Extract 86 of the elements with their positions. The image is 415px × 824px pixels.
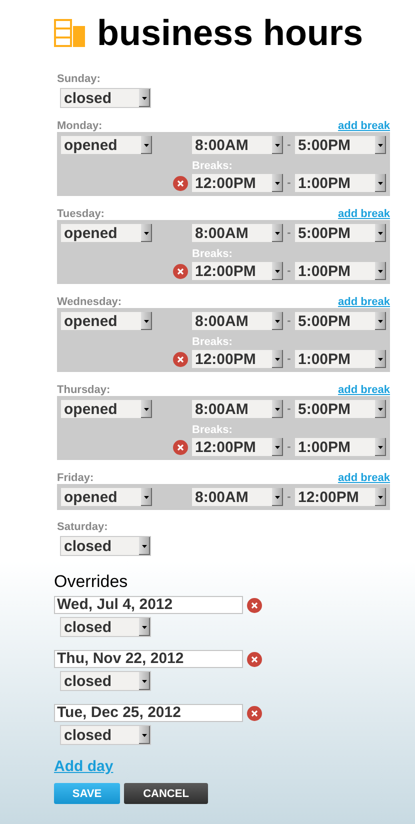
caret-icon xyxy=(139,618,150,636)
day-label: Sunday: xyxy=(57,73,102,85)
day-label: Tuesday: xyxy=(57,208,104,220)
section-heading: Overrides xyxy=(54,572,129,592)
caret-icon xyxy=(141,488,152,506)
date-field[interactable]: Wed, Jul 4, 2012 xyxy=(54,596,243,614)
dropdown[interactable]: closed xyxy=(60,671,151,691)
caret-icon xyxy=(139,672,150,690)
dropdown[interactable]: 8:00AM xyxy=(192,400,283,418)
dropdown[interactable]: 8:00AM xyxy=(192,224,283,242)
dash-separator: - xyxy=(286,403,292,415)
day-label: Saturday: xyxy=(57,521,109,533)
caret-icon xyxy=(375,488,386,506)
dropdown[interactable]: closed xyxy=(60,88,151,108)
date-field[interactable]: Tue, Dec 25, 2012 xyxy=(54,704,243,722)
dropdown[interactable]: 1:00PM xyxy=(295,350,386,368)
dropdown[interactable]: 5:00PM xyxy=(295,400,386,418)
remove-icon[interactable] xyxy=(247,598,262,612)
day-label: Wednesday: xyxy=(57,296,122,308)
page-title: business hours xyxy=(97,15,364,51)
dropdown[interactable]: 5:00PM xyxy=(295,224,386,242)
remove-icon[interactable] xyxy=(173,264,188,278)
caret-icon xyxy=(375,438,386,456)
caret-icon xyxy=(139,537,150,555)
caret-icon xyxy=(272,174,283,192)
remove-icon[interactable] xyxy=(173,176,188,190)
caret-icon xyxy=(272,262,283,280)
caret-icon xyxy=(272,350,283,368)
dash-separator: - xyxy=(286,491,292,503)
caret-icon xyxy=(139,726,150,744)
cancel-button[interactable]: CANCEL xyxy=(124,783,208,804)
dropdown[interactable]: opened xyxy=(61,488,152,506)
dash-separator: - xyxy=(286,315,292,327)
dropdown[interactable]: 12:00PM xyxy=(192,174,283,192)
dropdown[interactable]: 12:00PM xyxy=(295,488,386,506)
calendar-bars-icon xyxy=(54,19,85,47)
caret-icon xyxy=(375,136,386,154)
dropdown[interactable]: 12:00PM xyxy=(192,438,283,456)
dash-separator: - xyxy=(286,227,292,239)
caret-icon xyxy=(139,89,150,107)
day-label: Thursday: xyxy=(57,384,110,396)
dropdown[interactable]: closed xyxy=(60,536,151,556)
caret-icon xyxy=(141,224,152,242)
dash-separator: - xyxy=(286,441,292,453)
dropdown[interactable]: 12:00PM xyxy=(192,262,283,280)
caret-icon xyxy=(375,400,386,418)
dropdown[interactable]: 12:00PM xyxy=(192,350,283,368)
dash-separator: - xyxy=(286,177,292,189)
date-field[interactable]: Thu, Nov 22, 2012 xyxy=(54,650,243,668)
caret-icon xyxy=(375,174,386,192)
caret-icon xyxy=(375,350,386,368)
remove-icon[interactable] xyxy=(247,652,262,666)
dash-separator: - xyxy=(286,265,292,277)
caret-icon xyxy=(272,438,283,456)
dropdown[interactable]: opened xyxy=(61,400,152,418)
dropdown[interactable]: 1:00PM xyxy=(295,262,386,280)
dropdown[interactable]: 5:00PM xyxy=(295,312,386,330)
dropdown[interactable]: 8:00AM xyxy=(192,488,283,506)
dropdown[interactable]: 1:00PM xyxy=(295,174,386,192)
dropdown[interactable]: 8:00AM xyxy=(192,136,283,154)
caret-icon xyxy=(141,400,152,418)
day-label: Friday: xyxy=(57,472,94,484)
remove-icon[interactable] xyxy=(173,440,188,454)
dash-separator: - xyxy=(286,353,292,365)
caret-icon xyxy=(272,224,283,242)
caret-icon xyxy=(272,488,283,506)
dash-separator: - xyxy=(286,139,292,151)
caret-icon xyxy=(272,136,283,154)
caret-icon xyxy=(141,312,152,330)
dropdown[interactable]: opened xyxy=(61,224,152,242)
caret-icon xyxy=(272,312,283,330)
remove-icon[interactable] xyxy=(247,706,262,720)
day-label: Monday: xyxy=(57,120,102,132)
dropdown[interactable]: 1:00PM xyxy=(295,438,386,456)
dropdown[interactable]: closed xyxy=(60,725,151,745)
dropdown[interactable]: 8:00AM xyxy=(192,312,283,330)
caret-icon xyxy=(272,400,283,418)
caret-icon xyxy=(375,224,386,242)
caret-icon xyxy=(141,136,152,154)
dropdown[interactable]: opened xyxy=(61,136,152,154)
dropdown[interactable]: opened xyxy=(61,312,152,330)
caret-icon xyxy=(375,262,386,280)
remove-icon[interactable] xyxy=(173,352,188,366)
dropdown[interactable]: closed xyxy=(60,617,151,637)
caret-icon xyxy=(375,312,386,330)
dropdown[interactable]: 5:00PM xyxy=(295,136,386,154)
